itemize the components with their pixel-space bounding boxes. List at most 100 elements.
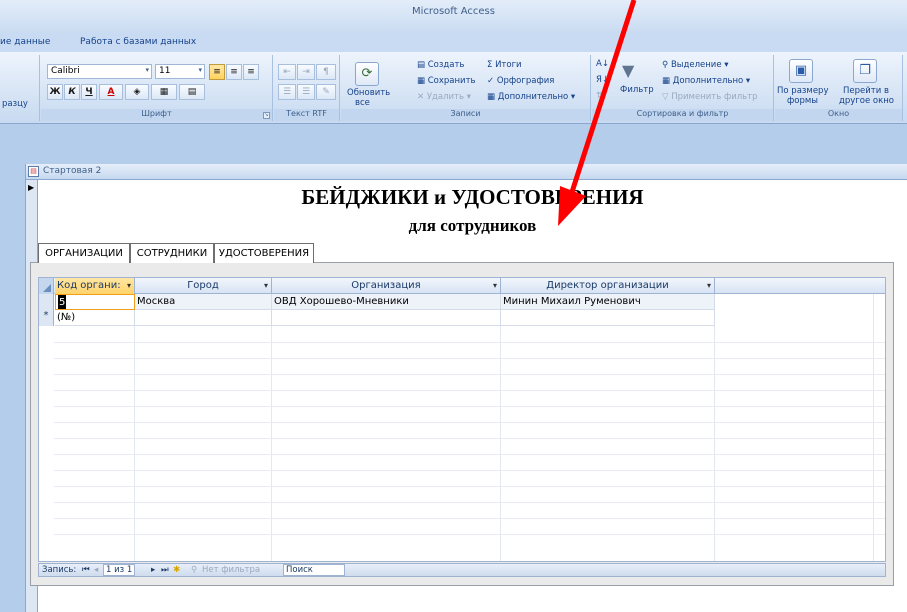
spelling-button[interactable]: ✓ Орфография (487, 76, 554, 86)
apply-filter-button[interactable]: ▽ Применить фильтр (662, 92, 758, 102)
table-cell-code[interactable]: 5 (55, 294, 135, 310)
new-row-city-cell[interactable] (135, 310, 272, 326)
numbering-button[interactable]: ☰ (278, 84, 296, 100)
align-center-button[interactable]: ≡ (226, 64, 242, 80)
grid-icon: ▦ (159, 87, 169, 97)
select-all-corner[interactable] (39, 278, 54, 294)
previous-record-icon[interactable]: ◂ (94, 565, 98, 575)
column-header-director[interactable]: Директор организации ▾ (501, 278, 715, 294)
grid-line (500, 294, 501, 561)
column-header-code[interactable]: Код органи: ▾ (55, 278, 135, 294)
column-header-city[interactable]: Город ▾ (135, 278, 272, 294)
new-record-icon[interactable]: ✱ (173, 565, 180, 575)
bullets-button[interactable]: ☰ (297, 84, 315, 100)
fill-color-button[interactable]: ◈ (125, 84, 149, 100)
form-subheading: для сотрудников (408, 216, 537, 235)
fit-form-button[interactable]: По размеру (777, 86, 829, 96)
navigation-pane-edge[interactable] (0, 164, 26, 612)
window-group-label: Окно (775, 109, 902, 121)
records-more-button[interactable]: ▦ Дополнительно ▾ (487, 92, 575, 102)
ribbon-tab-bar: ие данные Работа с базами данных (0, 34, 907, 52)
new-row-code-cell[interactable]: (№) (55, 310, 135, 326)
ribbon-group-records: ⟳ Обновить все ▤ Создать ▦ Сохранить ✕ У… (341, 55, 591, 121)
increase-indent-button[interactable]: ⇥ (297, 64, 315, 80)
table-cell-director[interactable]: Минин Михаил Руменович (501, 294, 715, 310)
font-name-combo[interactable]: Calibri ▾ (47, 64, 152, 79)
highlight-button[interactable]: ✎ (316, 84, 336, 100)
filter-funnel-icon[interactable]: ▼ (622, 61, 634, 80)
chevron-down-icon[interactable]: ▾ (707, 278, 711, 293)
column-header-organization[interactable]: Организация ▾ (272, 278, 501, 294)
underline-button[interactable]: Ч (81, 84, 97, 100)
grid-line (134, 294, 135, 561)
new-record-button[interactable]: ▤ Создать (417, 60, 464, 70)
ribbon-tab-database-tools[interactable]: Работа с базами данных (80, 37, 196, 47)
save-record-button[interactable]: ▦ Сохранить (417, 76, 476, 86)
ribbon: разцу Calibri ▾ 11 ▾ ≡ ≡ ≡ Ж К Ч А ◈ ▦ ▤… (0, 52, 907, 124)
no-filter-icon[interactable]: ⚲ (191, 565, 197, 575)
chevron-down-icon[interactable]: ▾ (264, 278, 268, 293)
new-row-organization-cell[interactable] (272, 310, 501, 326)
current-record-arrow-icon: ▶ (28, 183, 35, 192)
form-document-title: Стартовая 2 (43, 166, 102, 176)
refresh-icon[interactable]: ⟳ (355, 62, 379, 86)
italic-button[interactable]: К (64, 84, 80, 100)
chevron-down-icon[interactable]: ▾ (127, 278, 131, 293)
new-row-marker[interactable]: * (39, 310, 54, 326)
filter-status[interactable]: Нет фильтра (202, 565, 260, 575)
align-left-button[interactable]: ≡ (209, 64, 225, 80)
organizations-datasheet: Код органи: ▾ Город ▾ Организация ▾ Дире… (38, 277, 886, 562)
selection-button[interactable]: ⚲ Выделение ▾ (662, 60, 729, 70)
ribbon-tab-external-data[interactable]: ие данные (0, 37, 50, 47)
paragraph-button[interactable]: ¶ (316, 64, 336, 80)
next-record-icon[interactable]: ▸ (151, 565, 155, 575)
sigma-icon: Σ (487, 60, 496, 70)
paint-bucket-icon: ◈ (133, 87, 141, 97)
clear-sort-icon[interactable]: ⇅ (596, 91, 603, 101)
format-painter-label[interactable]: разцу (2, 99, 28, 109)
filter-button[interactable]: Фильтр (620, 85, 654, 95)
font-group-label: Шрифт (41, 109, 272, 121)
switch-window-button[interactable]: Перейти в (843, 86, 889, 96)
font-color-button[interactable]: А (99, 84, 123, 100)
sort-ascending-icon[interactable]: A↓ (596, 59, 609, 69)
new-row-director-cell[interactable] (501, 310, 715, 326)
switch-window-button-line2: другое окно (839, 96, 894, 106)
last-record-icon[interactable]: ⏭ (161, 565, 169, 575)
tab-organizations[interactable]: ОРГАНИЗАЦИИ (38, 243, 130, 263)
record-position-input[interactable]: 1 из 1 (103, 564, 136, 576)
form-document-tab[interactable]: ▤ Стартовая 2 (26, 164, 907, 180)
tab-employees[interactable]: СОТРУДНИКИ (130, 243, 214, 263)
gridlines-button[interactable]: ▦ (151, 84, 177, 100)
dialog-launcher-icon[interactable]: ↘ (263, 112, 270, 119)
alternate-fill-button[interactable]: ▤ (179, 84, 205, 100)
ribbon-group-window: ▣ ❐ По размеру формы Перейти в другое ок… (775, 55, 903, 121)
switch-window-icon[interactable]: ❐ (853, 59, 877, 83)
tab-certificates[interactable]: УДОСТОВЕРЕНИЯ (214, 243, 314, 263)
ribbon-group-sort-filter: A↓ Я↓ ⇅ ▼ Фильтр ⚲ Выделение ▾ ▦ Дополни… (592, 55, 774, 121)
ribbon-group-rtf: ⇤ ⇥ ¶ ☰ ☰ ✎ Текст RTF (274, 55, 340, 121)
search-input[interactable]: Поиск (283, 564, 345, 576)
selection-label: Выделение (670, 60, 722, 70)
fit-form-icon[interactable]: ▣ (789, 59, 813, 83)
totals-button[interactable]: Σ Итоги (487, 60, 522, 70)
advanced-filter-button[interactable]: ▦ Дополнительно ▾ (662, 76, 750, 86)
window-title: Microsoft Access (412, 6, 495, 17)
table-cell-city[interactable]: Москва (135, 294, 272, 310)
record-navigator: Запись: ⏮ ◂ 1 из 1 ▸ ⏭ ✱ ⚲ Нет фильтра П… (38, 563, 886, 577)
first-record-icon[interactable]: ⏮ (82, 565, 90, 575)
row-selector[interactable] (39, 294, 54, 310)
table-cell-organization[interactable]: ОВД Хорошево-Мневники (272, 294, 501, 310)
align-right-button[interactable]: ≡ (243, 64, 259, 80)
ribbon-group-font: Calibri ▾ 11 ▾ ≡ ≡ ≡ Ж К Ч А ◈ ▦ ▤ Шрифт… (41, 55, 273, 121)
decrease-indent-button[interactable]: ⇤ (278, 64, 296, 80)
column-header-city-label: Город (187, 280, 219, 291)
delete-record-button[interactable]: ✕ Удалить ▾ (417, 92, 471, 102)
sort-descending-icon[interactable]: Я↓ (596, 75, 609, 85)
refresh-all-button[interactable]: Обновить (347, 88, 390, 98)
column-header-director-label: Директор организации (546, 280, 669, 291)
grid-line (54, 390, 885, 391)
chevron-down-icon[interactable]: ▾ (493, 278, 497, 293)
bold-button[interactable]: Ж (47, 84, 63, 100)
font-size-combo[interactable]: 11 ▾ (155, 64, 205, 79)
